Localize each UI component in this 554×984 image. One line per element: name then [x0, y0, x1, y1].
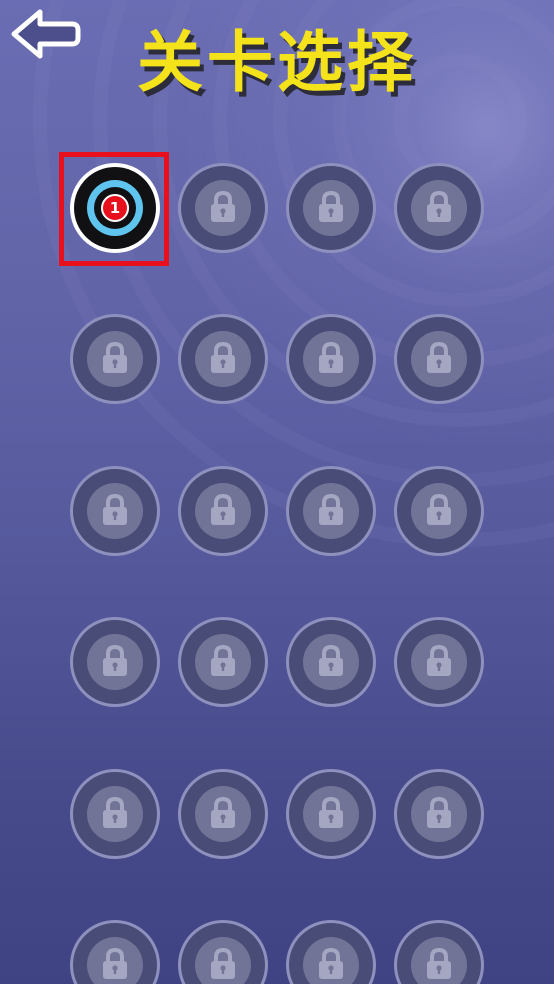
lock-icon	[102, 645, 128, 677]
locked-level-button[interactable]	[286, 768, 376, 859]
lock-icon	[102, 493, 128, 526]
level-cell	[286, 617, 376, 708]
lock-icon	[210, 493, 236, 526]
lock-icon	[318, 342, 344, 374]
locked-level-button[interactable]	[70, 919, 160, 984]
level-cell	[178, 163, 268, 253]
level-number: 1	[101, 194, 129, 222]
locked-level-button[interactable]	[394, 768, 484, 859]
level-cell	[394, 768, 484, 859]
level-cell	[70, 919, 160, 984]
level-cell	[70, 314, 160, 405]
locked-level-button[interactable]	[178, 314, 268, 405]
locked-level-button[interactable]	[178, 768, 268, 859]
level-cell	[286, 314, 376, 405]
locked-level-button[interactable]	[178, 465, 268, 556]
level-cell	[394, 465, 484, 556]
lock-icon	[426, 947, 452, 980]
locked-level-button[interactable]	[286, 465, 376, 556]
lock-icon	[210, 947, 236, 980]
locked-level-button[interactable]	[286, 617, 376, 708]
level-cell	[394, 163, 484, 253]
locked-level-button[interactable]	[394, 465, 484, 556]
lock-icon	[210, 190, 236, 223]
lock-icon	[426, 796, 452, 829]
level-button-1[interactable]: 1	[70, 163, 160, 253]
locked-level-button[interactable]	[286, 163, 376, 253]
lock-icon	[426, 342, 452, 374]
lock-icon	[318, 493, 344, 526]
level-cell	[286, 163, 376, 253]
locked-level-button[interactable]	[286, 919, 376, 984]
locked-level-button[interactable]	[178, 919, 268, 984]
lock-icon	[210, 645, 236, 677]
level-cell	[178, 465, 268, 556]
locked-level-button[interactable]	[70, 465, 160, 556]
level-cell	[286, 919, 376, 984]
locked-level-button[interactable]	[286, 314, 376, 405]
level-cell	[286, 768, 376, 859]
page-title: 关卡选择	[137, 24, 417, 101]
lock-icon	[102, 796, 128, 829]
locked-level-button[interactable]	[178, 163, 268, 253]
level-cell	[70, 617, 160, 708]
locked-level-button[interactable]	[70, 314, 160, 405]
lock-icon	[426, 493, 452, 526]
lock-icon	[210, 342, 236, 374]
level-cell	[394, 617, 484, 708]
locked-level-button[interactable]	[394, 919, 484, 984]
lock-icon	[318, 645, 344, 677]
lock-icon	[426, 645, 452, 677]
locked-level-button[interactable]	[394, 314, 484, 405]
lock-icon	[102, 342, 128, 374]
level-cell	[178, 617, 268, 708]
locked-level-button[interactable]	[70, 768, 160, 859]
level-cell	[394, 314, 484, 405]
level-cell	[178, 919, 268, 984]
lock-icon	[318, 190, 344, 223]
locked-level-button[interactable]	[394, 617, 484, 708]
level-cell	[394, 919, 484, 984]
level-cell	[70, 465, 160, 556]
lock-icon	[318, 796, 344, 829]
level-cell	[286, 465, 376, 556]
locked-level-button[interactable]	[394, 163, 484, 253]
locked-level-button[interactable]	[70, 617, 160, 708]
lock-icon	[426, 190, 452, 223]
level-cell	[178, 768, 268, 859]
lock-icon	[210, 796, 236, 829]
level-cell	[70, 768, 160, 859]
level-grid: 1	[70, 163, 490, 984]
locked-level-button[interactable]	[178, 617, 268, 708]
level-cell	[178, 314, 268, 405]
level-cell: 1	[70, 163, 160, 253]
lock-icon	[318, 947, 344, 980]
lock-icon	[102, 947, 128, 980]
